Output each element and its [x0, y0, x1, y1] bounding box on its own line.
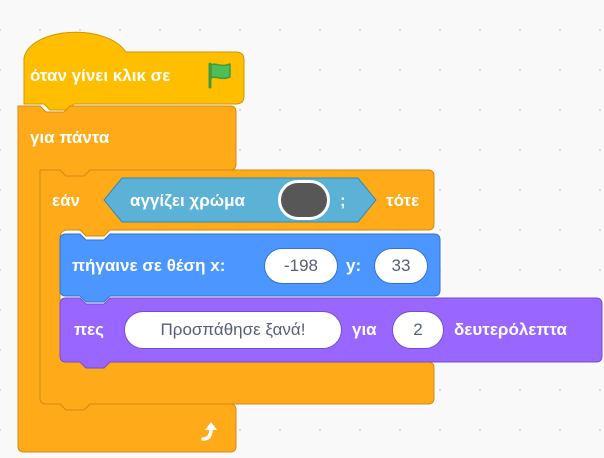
touching-color-label: αγγίζει χρώμα [130, 191, 245, 210]
if-label: εάν [52, 191, 80, 210]
loop-arrow-icon [201, 422, 217, 441]
say-for-label: για [352, 320, 377, 339]
go-to-xy-label: πήγαινε σε θέση x: [72, 256, 226, 275]
message-input[interactable]: Προσπάθησε ξανά! [124, 311, 342, 349]
x-input[interactable]: -198 [264, 248, 338, 284]
seconds-unit-label: δευτερόλεπτα [454, 320, 567, 339]
forever-label: για πάντα [30, 128, 110, 147]
y-label: y: [346, 256, 362, 275]
say-label: πες [74, 320, 104, 339]
seconds-input[interactable]: 2 [392, 311, 444, 349]
color-picker-swatch[interactable] [278, 180, 330, 220]
condition-dropdown-symbol: ; [340, 191, 346, 210]
then-label: τότε [386, 191, 420, 210]
y-input[interactable]: 33 [374, 248, 428, 284]
green-flag-icon [208, 62, 231, 89]
when-flag-clicked-label: όταν γίνει κλικ σε [30, 66, 171, 85]
